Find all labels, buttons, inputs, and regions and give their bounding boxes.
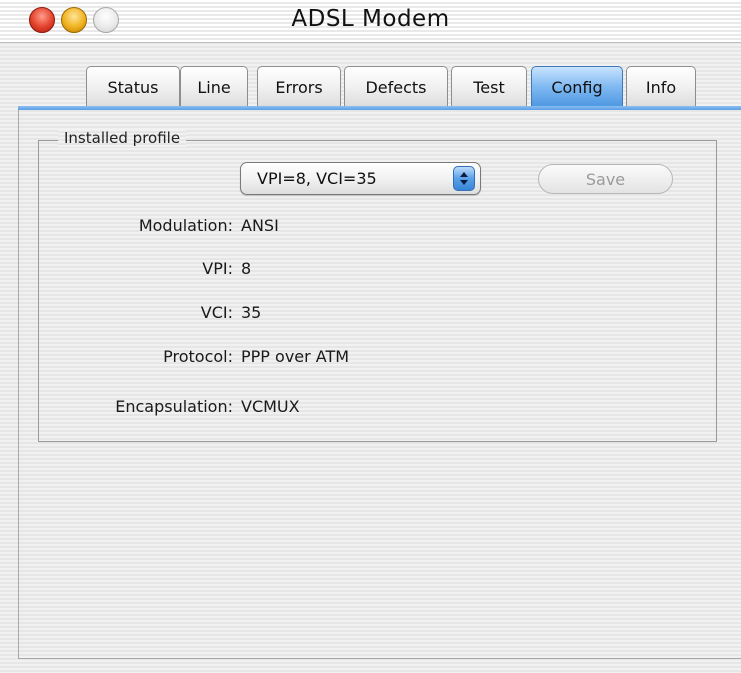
vci-label: VCI: [200,303,233,322]
tab-defects[interactable]: Defects [344,66,448,107]
protocol-value: PPP over ATM [241,347,350,366]
window-title: ADSL Modem [291,6,450,32]
tab-line[interactable]: Line [180,66,248,107]
protocol-label: Protocol: [163,347,233,366]
modulation-label: Modulation: [138,216,233,235]
vci-value: 35 [241,303,262,322]
tab-test[interactable]: Test [451,66,527,107]
profile-select[interactable]: VPI=8, VCI=35 [240,162,481,195]
tab-info[interactable]: Info [626,66,696,107]
title-bar[interactable]: ADSL Modem [0,0,741,43]
encapsulation-value: VCMUX [241,397,300,416]
profile-select-value: VPI=8, VCI=35 [257,169,377,188]
tab-errors[interactable]: Errors [257,66,341,107]
vpi-label: VPI: [202,259,233,278]
installed-profile-legend: Installed profile [58,129,187,147]
tab-status[interactable]: Status [86,66,180,107]
modulation-value: ANSI [241,216,279,235]
app-window: ADSL Modem Status Line Errors Defects Te… [0,0,741,673]
popup-arrows-icon [453,166,475,191]
vpi-value: 8 [241,259,252,278]
save-button[interactable]: Save [538,164,673,194]
tab-config[interactable]: Config [531,66,623,107]
encapsulation-label: Encapsulation: [115,397,233,416]
